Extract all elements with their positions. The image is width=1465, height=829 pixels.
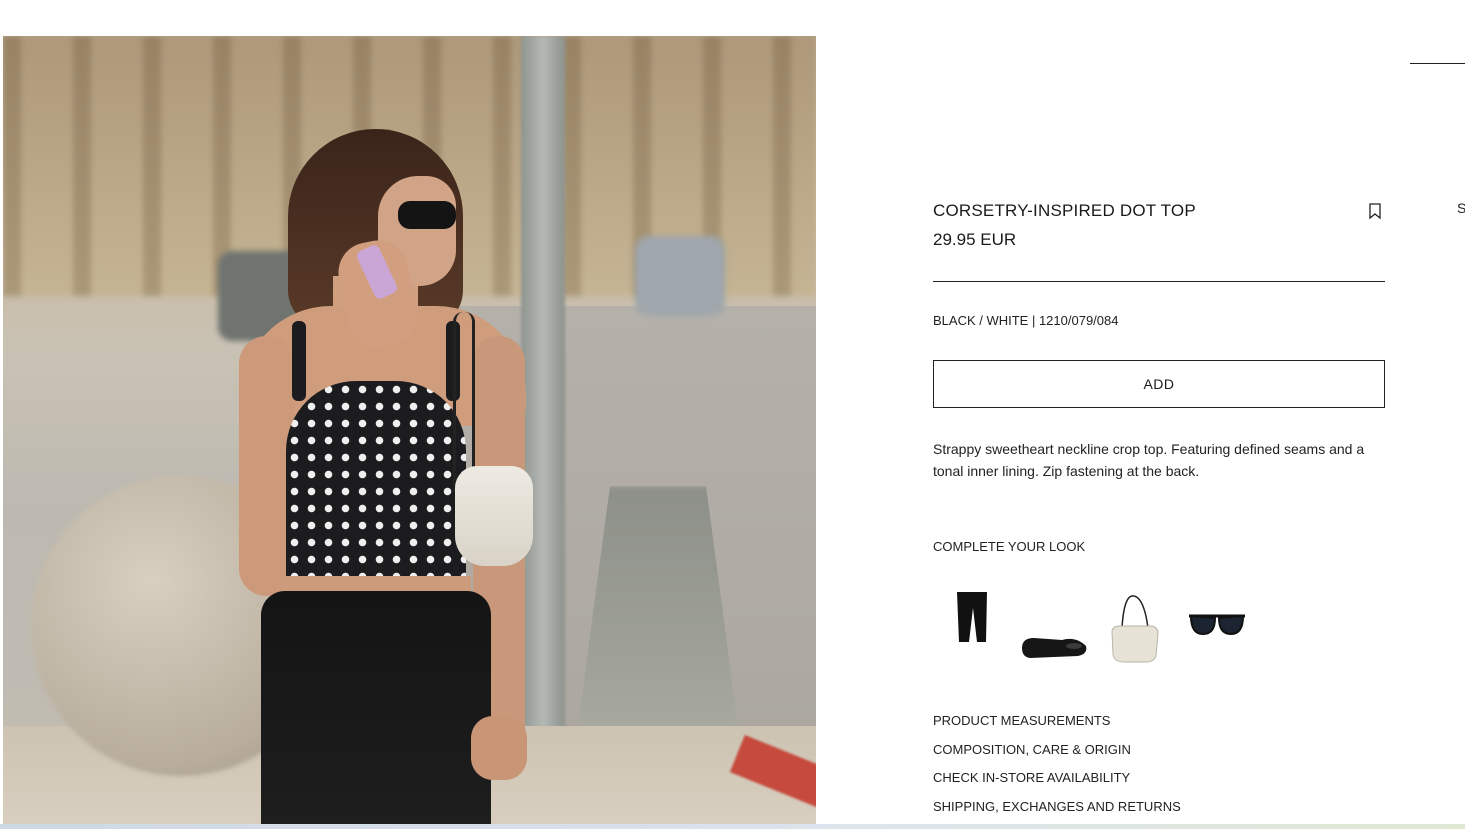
look-item-black-trousers[interactable]: [937, 580, 1009, 670]
link-composition-care-origin[interactable]: COMPOSITION, CARE & ORIGIN: [933, 742, 1131, 757]
look-item-white-shoulder-bag[interactable]: [1100, 580, 1172, 670]
link-shipping-exchanges-returns[interactable]: SHIPPING, EXCHANGES AND RETURNS: [933, 799, 1181, 814]
photo-model-sunglasses: [398, 201, 456, 229]
add-button[interactable]: ADD: [933, 360, 1385, 408]
photo-dot-top: [286, 381, 466, 581]
bookmark-icon[interactable]: [1366, 202, 1384, 220]
color-reference: BLACK / WHITE | 1210/079/084: [933, 313, 1119, 328]
header-underline: [1410, 63, 1465, 64]
photo-pole: [521, 36, 565, 776]
product-price: 29.95 EUR: [933, 230, 1017, 249]
link-product-measurements[interactable]: PRODUCT MEASUREMENTS: [933, 713, 1110, 728]
product-title: CORSETRY-INSPIRED DOT TOP: [933, 201, 1196, 220]
look-item-black-sunglasses[interactable]: [1181, 580, 1253, 670]
complete-look-title: COMPLETE YOUR LOOK: [933, 539, 1086, 554]
photo-black-trousers: [261, 591, 491, 824]
link-check-in-store-availability[interactable]: CHECK IN-STORE AVAILABILITY: [933, 770, 1130, 785]
bottom-strip: [0, 824, 1465, 829]
product-description: Strappy sweetheart neckline crop top. Fe…: [933, 441, 1365, 479]
divider: [933, 281, 1385, 282]
product-page: S CORSETRY-INSPIRED DOT TOP 29.95 EUR BL…: [0, 0, 1465, 829]
edge-text: S: [1457, 200, 1465, 216]
look-item-black-ballet-flats[interactable]: [1018, 580, 1090, 670]
photo-white-bag: [455, 466, 533, 566]
photo-model-hand: [471, 716, 527, 780]
product-photo[interactable]: [3, 36, 816, 824]
photo-top-strap: [292, 321, 306, 401]
photo-car: [635, 236, 725, 316]
photo-bag-strap: [453, 312, 475, 492]
